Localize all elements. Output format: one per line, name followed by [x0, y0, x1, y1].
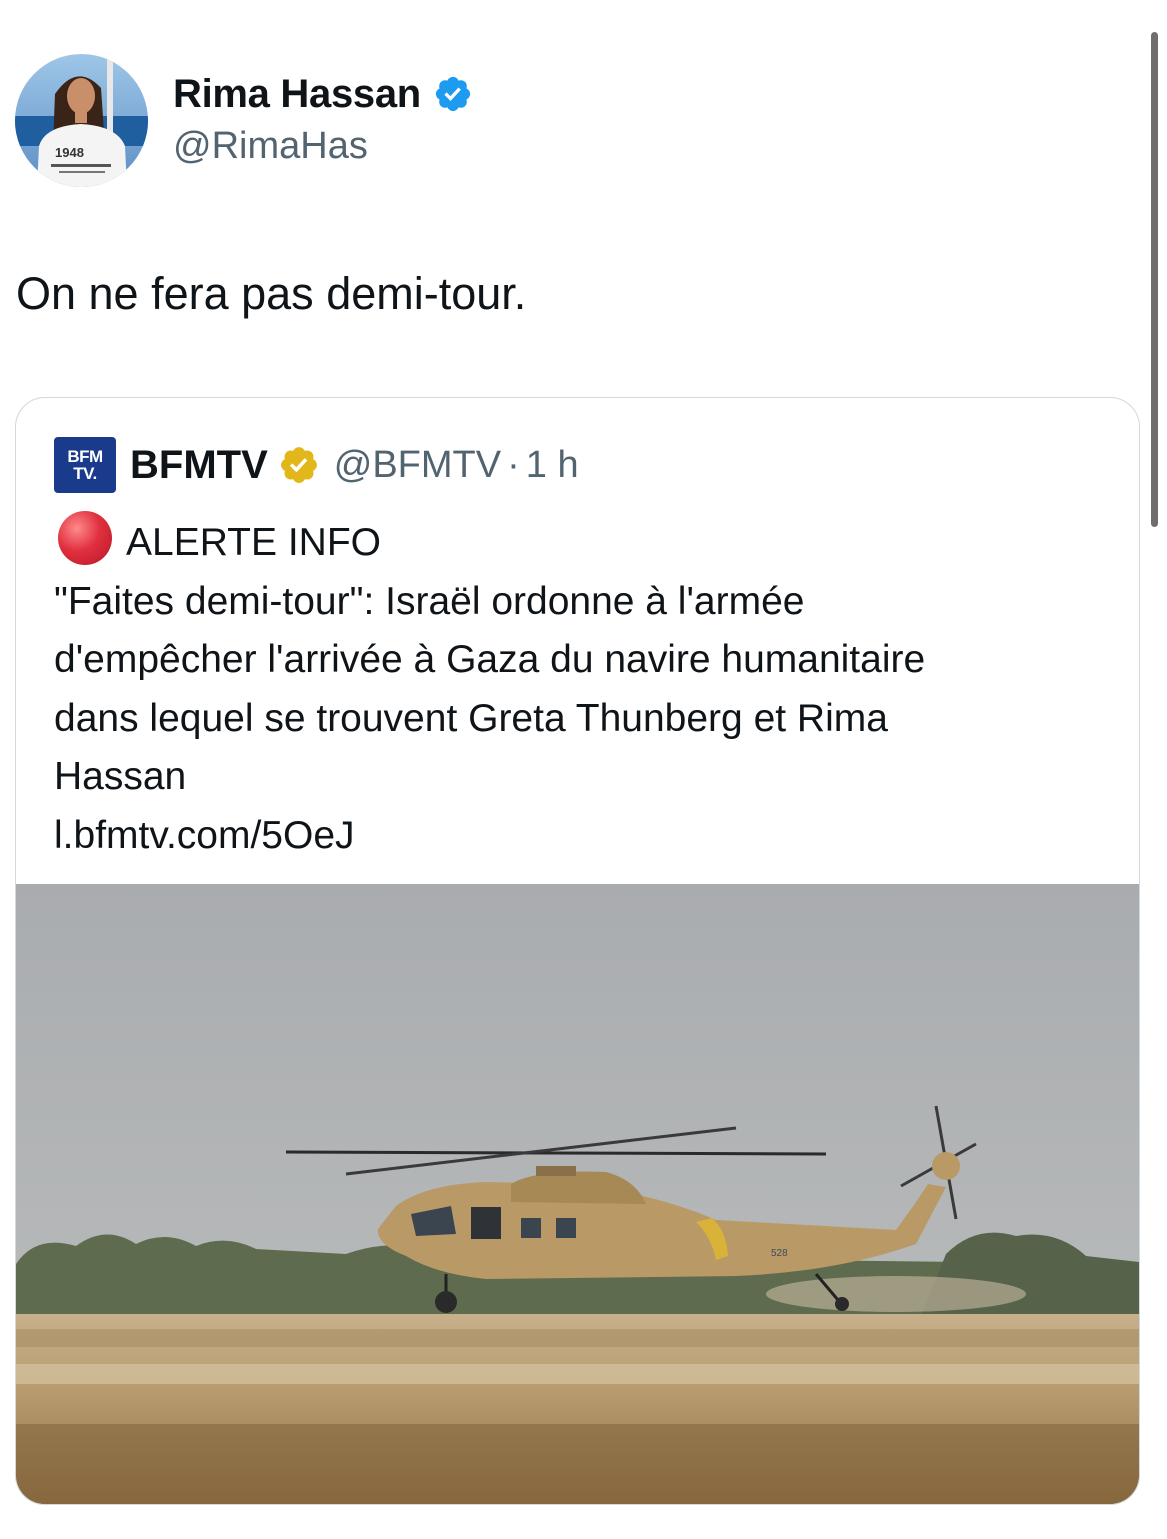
quote-text-line: d'empêcher l'arrivée à Gaza du navire hu… [54, 638, 926, 681]
alert-line: ALERTE INFO [54, 511, 1114, 573]
helicopter-tail-number: 528 [771, 1248, 788, 1259]
bfm-logo-line2: TV. [73, 464, 97, 483]
gold-verified-badge-icon[interactable] [278, 444, 320, 486]
author-handle[interactable]: @RimaHas [173, 125, 368, 168]
quoted-tweet-header: BFM TV. BFMTV @BFMTV · 1 h [54, 437, 579, 493]
quoted-tweet-card[interactable]: BFM TV. BFMTV @BFMTV · 1 h ALERTE INFO "… [15, 397, 1140, 1505]
quoted-tweet-text: ALERTE INFO "Faites demi-tour": Israël o… [54, 511, 1114, 865]
quoted-author-name[interactable]: BFMTV [130, 443, 268, 488]
red-circle-icon [58, 511, 112, 565]
author-name[interactable]: Rima Hassan [173, 72, 421, 117]
quote-text-line: Hassan [54, 755, 187, 798]
verified-badge-icon[interactable] [433, 74, 473, 114]
alert-label: ALERTE INFO [126, 521, 382, 564]
quote-text-line: dans lequel se trouvent Greta Thunberg e… [54, 696, 888, 740]
quoted-tweet-image[interactable]: 528 [16, 884, 1139, 1504]
scrollbar[interactable] [1151, 32, 1158, 527]
tweet-text: On ne fera pas demi-tour. [16, 268, 527, 319]
quote-text-line: "Faites demi-tour": Israël ordonne à l'a… [54, 579, 805, 623]
quote-link[interactable]: l.bfmtv.com/5OeJ [54, 807, 1114, 866]
bfm-logo-line1: BFM [67, 447, 103, 466]
avatar-shirt-text: 1948 [55, 145, 84, 160]
quoted-author-handle[interactable]: @BFMTV [334, 444, 501, 487]
bfmtv-avatar[interactable]: BFM TV. [54, 437, 116, 493]
author-avatar[interactable]: 1948 [15, 54, 148, 187]
separator-dot: · [507, 443, 520, 486]
quoted-timestamp[interactable]: 1 h [526, 444, 579, 487]
author-name-row[interactable]: Rima Hassan [173, 70, 473, 118]
